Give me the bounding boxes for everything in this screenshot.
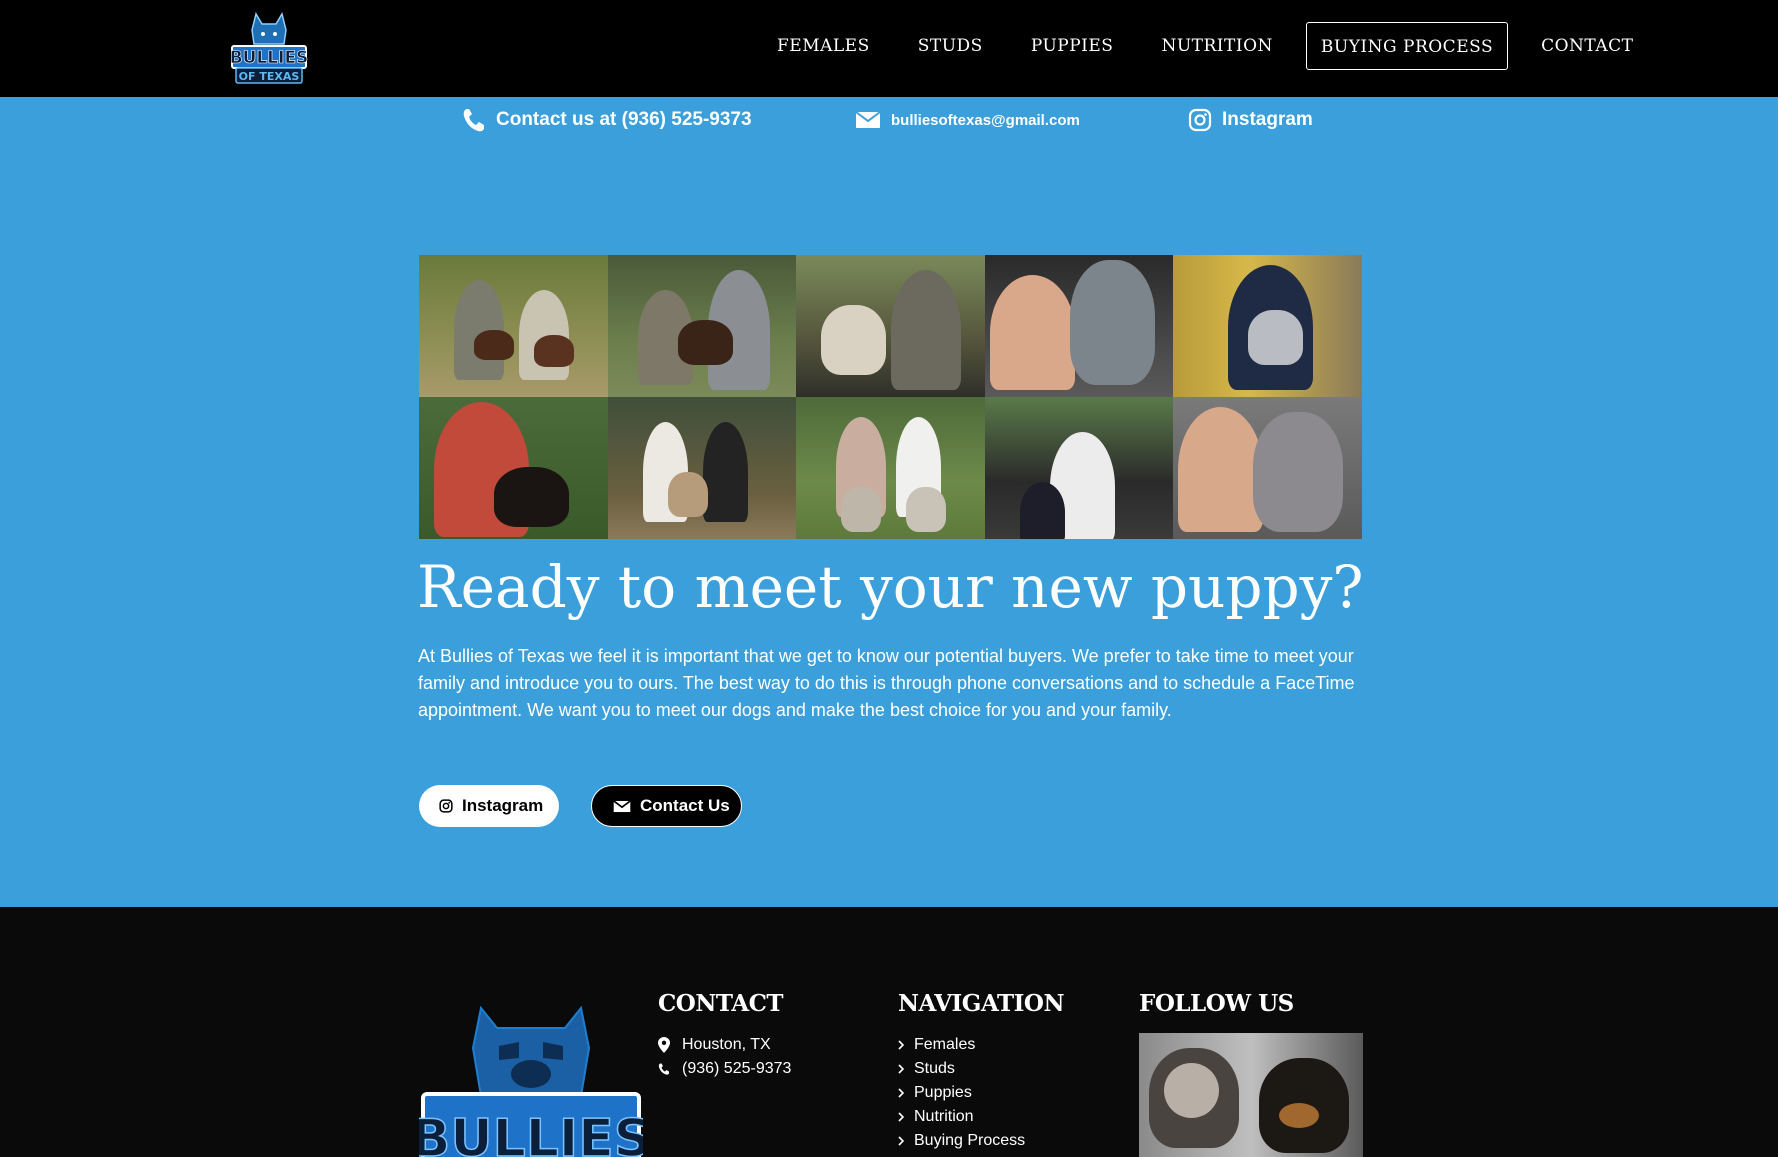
footer-phone[interactable]: (936) 525-9373 — [658, 1060, 791, 1078]
main-nav: FEMALES STUDS PUPPIES NUTRITION BUYING P… — [753, 22, 1657, 70]
photo-tile — [419, 255, 608, 397]
footer-nav-nutrition[interactable]: Nutrition — [898, 1105, 1025, 1129]
photo-tile — [1173, 255, 1362, 397]
svg-text:OF TEXAS: OF TEXAS — [239, 70, 300, 83]
nav-nutrition[interactable]: NUTRITION — [1146, 22, 1287, 70]
footer-nav-label: Buying Process — [914, 1132, 1026, 1149]
site-header: BULLIES OF TEXAS FEMALES STUDS PUPPIES N… — [0, 0, 1778, 97]
footer-nav-buying-process[interactable]: Buying Process — [898, 1129, 1025, 1153]
svg-text:BULLIES: BULLIES — [419, 1109, 643, 1157]
site-logo[interactable]: BULLIES OF TEXAS — [228, 10, 310, 85]
chevron-right-icon — [898, 1112, 904, 1122]
footer-logo[interactable]: BULLIES — [419, 988, 643, 1157]
intro-paragraph: At Bullies of Texas we feel it is import… — [418, 646, 1355, 720]
instagram-icon — [1188, 108, 1212, 132]
svg-text:BULLIES: BULLIES — [230, 48, 309, 68]
photo-tile — [607, 397, 797, 539]
map-pin-icon — [658, 1037, 670, 1053]
contact-phone-link[interactable]: Contact us at (936) 525-9373 — [462, 104, 752, 136]
contact-us-button-label: Contact Us — [640, 796, 730, 815]
mail-icon — [613, 799, 631, 812]
nav-buying-process[interactable]: BUYING PROCESS — [1305, 22, 1509, 70]
contact-email-text: bulliesoftexas@gmail.com — [891, 111, 1080, 129]
footer-location: Houston, TX — [658, 1036, 771, 1054]
instagram-feed-image[interactable] — [1139, 1033, 1363, 1157]
instagram-icon — [439, 799, 453, 813]
contact-email-link[interactable]: bulliesoftexas@gmail.com — [855, 104, 1080, 136]
chevron-right-icon — [898, 1136, 904, 1146]
photo-tile — [984, 255, 1174, 397]
footer-nav-list: Females Studs Puppies Nutrition Buying P… — [898, 1033, 1025, 1153]
chevron-right-icon — [898, 1088, 904, 1098]
photo-tile — [796, 255, 985, 397]
photo-tile — [1173, 397, 1362, 539]
phone-icon — [658, 1063, 669, 1075]
footer-nav-label: Studs — [914, 1060, 955, 1077]
photo-tile — [419, 397, 608, 539]
footer-contact-title: CONTACT — [658, 990, 784, 1017]
chevron-right-icon — [898, 1064, 904, 1074]
nav-contact[interactable]: CONTACT — [1526, 22, 1648, 70]
contact-instagram-link[interactable]: Instagram — [1188, 104, 1313, 136]
footer-navigation-title: NAVIGATION — [898, 990, 1064, 1017]
photo-tile — [607, 255, 797, 397]
customer-photo-grid — [419, 255, 1362, 539]
footer-location-text: Houston, TX — [682, 1036, 771, 1053]
photo-tile — [984, 397, 1174, 539]
footer-nav-puppies[interactable]: Puppies — [898, 1081, 1025, 1105]
mail-icon — [855, 111, 881, 128]
footer-follow-title: FOLLOW US — [1139, 990, 1294, 1017]
phone-icon — [463, 109, 484, 132]
footer-nav-females[interactable]: Females — [898, 1033, 1025, 1057]
footer-phone-text: (936) 525-9373 — [682, 1060, 792, 1077]
instagram-button-label: Instagram — [462, 796, 544, 815]
contact-phone-text: Contact us at (936) 525-9373 — [496, 109, 752, 130]
nav-puppies[interactable]: PUPPIES — [1016, 22, 1129, 70]
nav-studs[interactable]: STUDS — [903, 22, 998, 70]
instagram-button[interactable]: Instagram — [419, 785, 559, 827]
footer-nav-studs[interactable]: Studs — [898, 1057, 1025, 1081]
footer-nav-label: Puppies — [914, 1084, 972, 1101]
contact-us-button[interactable]: Contact Us — [591, 785, 742, 827]
contact-instagram-text: Instagram — [1222, 109, 1313, 130]
footer-nav-label: Females — [914, 1036, 976, 1053]
nav-females[interactable]: FEMALES — [762, 22, 885, 70]
photo-tile — [796, 397, 985, 539]
page-headline: Ready to meet your new puppy? — [417, 553, 1364, 621]
chevron-right-icon — [898, 1040, 904, 1050]
footer-nav-label: Nutrition — [914, 1108, 974, 1125]
